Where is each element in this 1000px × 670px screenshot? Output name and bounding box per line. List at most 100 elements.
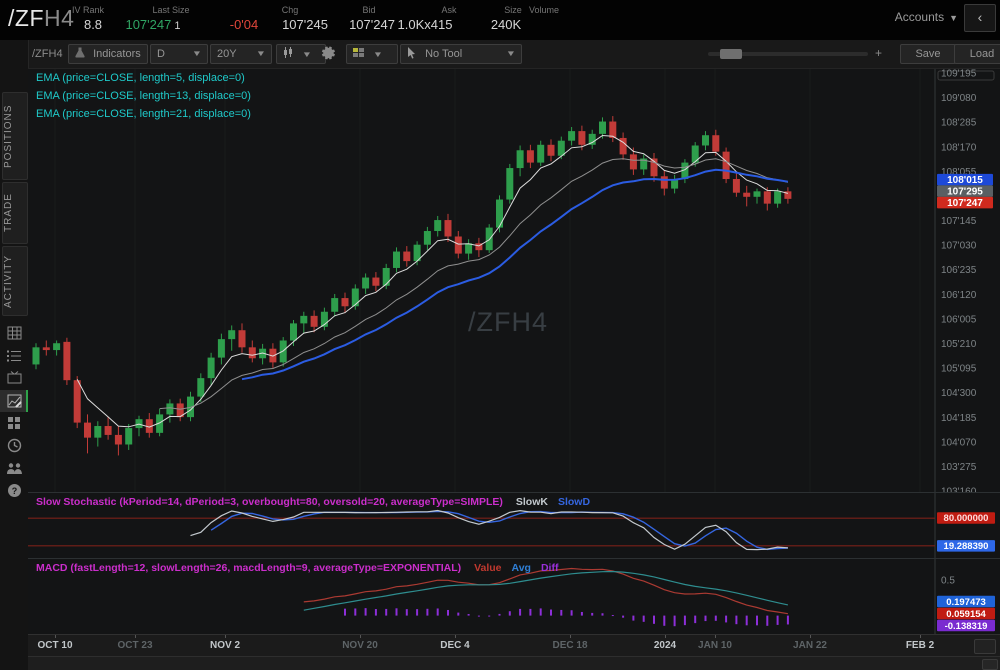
chevron-down-icon: ▼ bbox=[302, 46, 312, 64]
collapse-sidebar-button[interactable]: ‹ bbox=[964, 4, 996, 32]
community-icon[interactable] bbox=[0, 457, 28, 479]
quote-field-label: Chg bbox=[282, 5, 299, 15]
timeframe-dropdown[interactable]: D▼ bbox=[150, 44, 208, 64]
svg-text:107'030: 107'030 bbox=[941, 241, 977, 252]
accounts-menu[interactable]: Accounts▼ bbox=[895, 10, 958, 24]
price-chart-panel[interactable]: EMA (price=CLOSE, length=5, displace=0) … bbox=[28, 68, 1000, 493]
save-label: Save bbox=[915, 48, 940, 60]
quote-field-value: 240K bbox=[491, 17, 521, 32]
time-label: OCT 23 bbox=[117, 640, 152, 651]
macd-title: MACD (fastLength=12, slowLength=26, macd… bbox=[36, 562, 461, 574]
sidebar-tab-trade[interactable]: TRADE bbox=[2, 182, 28, 244]
candlestick-style-icon bbox=[283, 48, 297, 60]
time-tick bbox=[455, 635, 456, 638]
svg-text:?: ? bbox=[11, 486, 17, 496]
svg-text:19.288390: 19.288390 bbox=[944, 541, 989, 552]
quote-field-label: Ask bbox=[441, 5, 456, 15]
legend-diff: Diff bbox=[541, 562, 559, 574]
time-label: FEB 2 bbox=[906, 640, 934, 651]
svg-text:105'095: 105'095 bbox=[941, 364, 977, 375]
chart-style-dropdown[interactable]: ▼ bbox=[276, 44, 326, 64]
time-tick bbox=[360, 635, 361, 638]
drawing-tool-dropdown[interactable]: No Tool▼ bbox=[400, 44, 522, 64]
quote-field-value: 107'247 bbox=[349, 17, 395, 32]
svg-text:106'235: 106'235 bbox=[941, 265, 977, 276]
svg-text:0.5: 0.5 bbox=[941, 576, 955, 587]
svg-text:80.000000: 80.000000 bbox=[944, 513, 989, 524]
time-label: DEC 18 bbox=[552, 640, 587, 651]
macd-panel[interactable]: MACD (fastLength=12, slowLength=26, macd… bbox=[28, 558, 1000, 635]
symbol-watermark: /ZFH4 bbox=[468, 307, 548, 338]
svg-text:0.059154: 0.059154 bbox=[946, 609, 986, 620]
quote-field-value: 107'245 bbox=[282, 17, 328, 32]
time-tick bbox=[225, 635, 226, 638]
time-label: OCT 10 bbox=[37, 640, 72, 651]
spreadsheet-icon[interactable] bbox=[0, 322, 28, 344]
quote-field-label: Bid bbox=[362, 5, 375, 15]
indicators-button[interactable]: Indicators bbox=[68, 44, 148, 64]
time-zoom-slider[interactable]: + bbox=[708, 52, 868, 56]
monitor-icon[interactable] bbox=[0, 367, 28, 389]
chart-symbol-label: /ZFH4 bbox=[32, 48, 63, 60]
zoom-in-label[interactable]: + bbox=[875, 46, 882, 60]
chart-toolbar: /ZFH4 Indicators D▼ 20Y▼ ▼ ▼ bbox=[28, 40, 1000, 69]
panel-resize-grip[interactable] bbox=[982, 659, 998, 670]
quote-field-label: Size bbox=[504, 5, 522, 15]
svg-text:108'015: 108'015 bbox=[947, 175, 983, 186]
symbol-title: /ZFH4 bbox=[8, 5, 74, 32]
slider-handle[interactable] bbox=[720, 49, 742, 59]
svg-text:109'080: 109'080 bbox=[941, 93, 977, 104]
symbol-root: /ZF bbox=[8, 5, 44, 31]
time-tick bbox=[715, 635, 716, 638]
time-label: DEC 4 bbox=[440, 640, 469, 651]
help-icon[interactable]: ? bbox=[0, 480, 28, 502]
svg-text:107'247: 107'247 bbox=[947, 198, 983, 209]
left-sidebar: POSITIONSTRADEACTIVITY ? bbox=[0, 40, 29, 670]
ema5-label: EMA (price=CLOSE, length=5, displace=0) bbox=[36, 72, 245, 84]
legend-value: Value bbox=[474, 562, 501, 574]
chart-settings-gear-icon[interactable] bbox=[320, 45, 335, 65]
time-label: NOV 20 bbox=[342, 640, 378, 651]
quote-field-value: 1.0Kx415 bbox=[398, 17, 453, 32]
history-clock-icon[interactable] bbox=[0, 435, 28, 457]
time-label: JAN 22 bbox=[793, 640, 827, 651]
time-tick bbox=[810, 635, 811, 638]
axis-corner-button[interactable] bbox=[974, 639, 996, 654]
layout-grid-dropdown[interactable]: ▼ bbox=[346, 44, 398, 64]
indicators-label: Indicators bbox=[93, 48, 141, 60]
stochastic-title: Slow Stochastic (kPeriod=14, dPeriod=3, … bbox=[36, 496, 503, 508]
range-dropdown[interactable]: 20Y▼ bbox=[210, 44, 272, 64]
macd-legend: Value Avg Diff bbox=[464, 562, 558, 574]
svg-text:109'195: 109'195 bbox=[941, 69, 977, 80]
svg-text:107'145: 107'145 bbox=[941, 216, 977, 227]
save-button[interactable]: Save bbox=[900, 44, 956, 64]
svg-text:104'300: 104'300 bbox=[941, 388, 977, 399]
sidebar-tab-activity[interactable]: ACTIVITY bbox=[2, 246, 28, 316]
load-button[interactable]: Load bbox=[954, 44, 1000, 64]
legend-avg: Avg bbox=[512, 562, 531, 574]
stochastic-panel[interactable]: Slow Stochastic (kPeriod=14, dPeriod=3, … bbox=[28, 492, 1000, 559]
dashboard-icon[interactable] bbox=[0, 412, 28, 434]
svg-text:107'295: 107'295 bbox=[947, 186, 983, 197]
time-label: 2024 bbox=[654, 640, 676, 651]
time-tick bbox=[665, 635, 666, 638]
time-axis[interactable]: OCT 10 OCT 23 NOV 2 NOV 20 DEC 4 DEC 18 2024 JA… bbox=[28, 634, 1000, 657]
flask-icon bbox=[75, 48, 88, 60]
stochastic-legend: SlowKSlowD bbox=[506, 496, 590, 508]
svg-text:104'070: 104'070 bbox=[941, 437, 977, 448]
cursor-icon bbox=[407, 48, 419, 60]
range-value: 20Y bbox=[217, 48, 237, 60]
sidebar-tab-positions[interactable]: POSITIONS bbox=[2, 92, 28, 180]
svg-text:0.197473: 0.197473 bbox=[946, 597, 986, 608]
time-tick bbox=[570, 635, 571, 638]
time-label: NOV 2 bbox=[210, 640, 240, 651]
chart-icon[interactable] bbox=[0, 390, 28, 412]
quote-field-value: 8.8 bbox=[84, 17, 102, 32]
trading-platform-window: /ZFH4 IV RankLast SizeChgBidAskSizeVolum… bbox=[0, 0, 1000, 670]
last-size-count: 1 bbox=[171, 20, 180, 32]
bottom-strip bbox=[28, 656, 1000, 670]
watchlist-icon[interactable] bbox=[0, 345, 28, 367]
candlestick-chart[interactable]: 109'195109'080108'285108'170108'055107'1… bbox=[28, 69, 1000, 493]
svg-text:-0.138319: -0.138319 bbox=[945, 621, 988, 632]
quote-field-value: 107'247 1 bbox=[125, 17, 180, 32]
